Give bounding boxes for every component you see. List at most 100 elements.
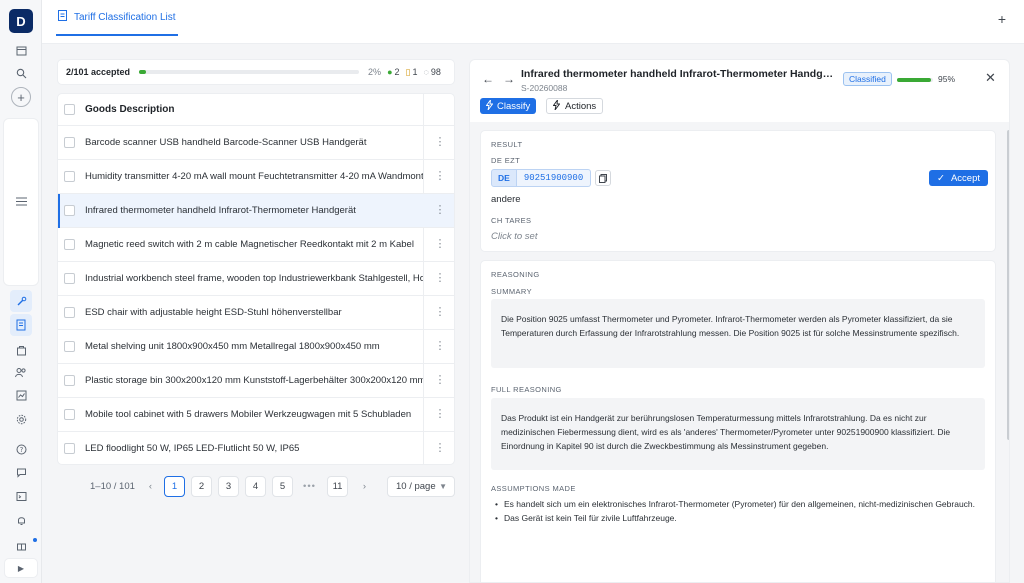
tab-label: Tariff Classification List	[74, 11, 176, 23]
summary-text: Die Position 9025 umfasst Thermometer un…	[491, 299, 985, 368]
assumptions-label: ASSUMPTIONS MADE	[491, 484, 576, 493]
column-header-goods-description: Goods Description	[85, 104, 175, 115]
page-size-select[interactable]: 10 / page ▼	[387, 475, 455, 497]
document-tab-icon	[58, 10, 67, 24]
detail-scrollbar[interactable]	[1007, 130, 1009, 440]
page-button[interactable]: 1	[164, 475, 185, 497]
table-row[interactable]: Barcode scanner USB handheld Barcode-Sca…	[58, 126, 454, 160]
calendar-icon[interactable]	[10, 39, 32, 61]
goods-description-cell: Barcode scanner USB handheld Barcode-Sca…	[85, 137, 367, 148]
row-checkbox[interactable]	[64, 307, 75, 318]
accept-button[interactable]: ✓ Accept	[929, 170, 989, 186]
row-checkbox[interactable]	[64, 341, 75, 352]
more-options-icon[interactable]: ⋮	[434, 409, 446, 420]
acceptance-progress-fill	[139, 70, 146, 74]
page-button[interactable]: 2	[191, 475, 212, 497]
arrow-left-icon[interactable]: ←	[482, 72, 494, 86]
table-row[interactable]: Mobile tool cabinet with 5 drawers Mobil…	[58, 398, 454, 432]
copy-icon[interactable]	[595, 170, 612, 186]
chat-icon[interactable]	[10, 461, 32, 483]
row-checkbox[interactable]	[64, 137, 75, 148]
detail-scroll-area[interactable]: RESULT DE EZT DE 90251900900 ✓ Accept an…	[470, 122, 1009, 582]
table-row[interactable]: LED floodlight 50 W, IP65 LED-Flutlicht …	[58, 432, 454, 464]
table-row[interactable]: ESD chair with adjustable height ESD-Stu…	[58, 296, 454, 330]
table-row[interactable]: Infrared thermometer handheld Infrarot-T…	[58, 194, 454, 228]
previous-page-button[interactable]: ‹	[140, 476, 161, 497]
document-icon-small: ▯	[405, 66, 411, 77]
svg-text:?: ?	[19, 446, 23, 454]
more-options-icon[interactable]: ⋮	[434, 375, 446, 386]
page-button[interactable]: 5	[272, 475, 293, 497]
row-checkbox[interactable]	[64, 239, 75, 250]
list-item: Das Gerät ist kein Teil für zivile Luftf…	[495, 511, 985, 525]
classification-detail: ← → Infrared thermometer handheld Infrar…	[469, 59, 1010, 583]
row-checkbox[interactable]	[64, 443, 75, 454]
result-section-label: RESULT	[491, 140, 523, 149]
table-row[interactable]: Humidity transmitter 4-20 mA wall mount …	[58, 160, 454, 194]
row-checkbox[interactable]	[64, 205, 75, 216]
clock-icon: ◌	[423, 67, 429, 77]
more-options-icon[interactable]: ⋮	[434, 307, 446, 318]
more-options-icon[interactable]: ⋮	[434, 443, 446, 454]
sidebar-expand-button[interactable]: ▶	[4, 558, 38, 578]
code-description: andere	[491, 194, 521, 205]
row-checkbox[interactable]	[64, 375, 75, 386]
close-icon[interactable]: ✕	[985, 70, 996, 86]
goods-description-cell: Industrial workbench steel frame, wooden…	[85, 273, 423, 284]
settings-icon[interactable]	[10, 408, 32, 430]
chevron-down-icon: ▼	[439, 481, 447, 491]
detail-title: Infrared thermometer handheld Infrarot-T…	[521, 68, 836, 80]
list-icon[interactable]	[10, 190, 32, 212]
app-logo[interactable]: D	[9, 9, 33, 33]
search-icon[interactable]	[10, 62, 32, 84]
lightning-icon	[552, 99, 561, 113]
de-ezt-code-field[interactable]: DE 90251900900	[491, 169, 612, 187]
check-circle-icon: ●	[387, 67, 393, 77]
goods-description-cell: Mobile tool cabinet with 5 drawers Mobil…	[85, 409, 412, 420]
gift-icon[interactable]	[10, 534, 32, 556]
table-row[interactable]: Metal shelving unit 1800x900x450 mm Meta…	[58, 330, 454, 364]
add-tab-button[interactable]: +	[998, 11, 1006, 27]
pagination-ellipsis[interactable]: •••	[299, 476, 320, 497]
notification-bell-icon[interactable]	[10, 509, 32, 531]
page-button[interactable]: 4	[245, 475, 266, 497]
select-all-checkbox[interactable]	[64, 104, 75, 115]
users-icon[interactable]	[10, 361, 32, 383]
table-row[interactable]: Industrial workbench steel frame, wooden…	[58, 262, 454, 296]
row-checkbox[interactable]	[64, 273, 75, 284]
accepted-stat: ● 2	[387, 67, 400, 77]
table-row[interactable]: Plastic storage bin 300x200x120 mm Kunst…	[58, 364, 454, 398]
status-badge: Classified	[843, 72, 892, 86]
more-options-icon[interactable]: ⋮	[434, 171, 446, 182]
de-country-prefix: DE	[491, 169, 517, 187]
more-options-icon[interactable]: ⋮	[434, 273, 446, 284]
arrow-right-icon[interactable]: →	[503, 72, 515, 86]
document-stat: ▯ 1	[405, 66, 418, 78]
new-item-button[interactable]: +	[11, 87, 31, 107]
more-options-icon[interactable]: ⋮	[434, 341, 446, 352]
actions-button[interactable]: Actions	[546, 98, 604, 114]
more-options-icon[interactable]: ⋮	[434, 205, 446, 216]
package-icon[interactable]	[10, 339, 32, 361]
result-card: RESULT DE EZT DE 90251900900 ✓ Accept an…	[480, 130, 996, 252]
row-checkbox[interactable]	[64, 171, 75, 182]
wrench-icon[interactable]	[10, 290, 32, 312]
row-checkbox[interactable]	[64, 409, 75, 420]
more-options-icon[interactable]: ⋮	[434, 137, 446, 148]
goods-description-cell: Infrared thermometer handheld Infrarot-T…	[85, 205, 356, 216]
tab-tariff-classification-list[interactable]: Tariff Classification List	[56, 0, 178, 36]
confidence-percent: 95%	[938, 74, 956, 84]
document-icon[interactable]	[10, 314, 32, 336]
help-icon[interactable]: ?	[10, 438, 32, 460]
more-options-icon[interactable]: ⋮	[434, 239, 446, 250]
page-button[interactable]: 3	[218, 475, 239, 497]
classification-list-pane: 2/101 accepted 2% ● 2 ▯ 1 ◌ 98 Goods Des…	[42, 44, 466, 583]
ch-tares-field[interactable]: Click to set	[491, 231, 537, 242]
last-page-button[interactable]: 11	[327, 475, 348, 497]
pagination: 1–10 / 101 ‹ 1 2 3 4 5 ••• 11 › 10 / pag…	[57, 475, 455, 497]
analytics-icon[interactable]	[10, 384, 32, 406]
terminal-icon[interactable]	[10, 485, 32, 507]
classify-button[interactable]: Classify	[480, 98, 537, 114]
table-row[interactable]: Magnetic reed switch with 2 m cable Magn…	[58, 228, 454, 262]
next-page-button[interactable]: ›	[354, 476, 375, 497]
